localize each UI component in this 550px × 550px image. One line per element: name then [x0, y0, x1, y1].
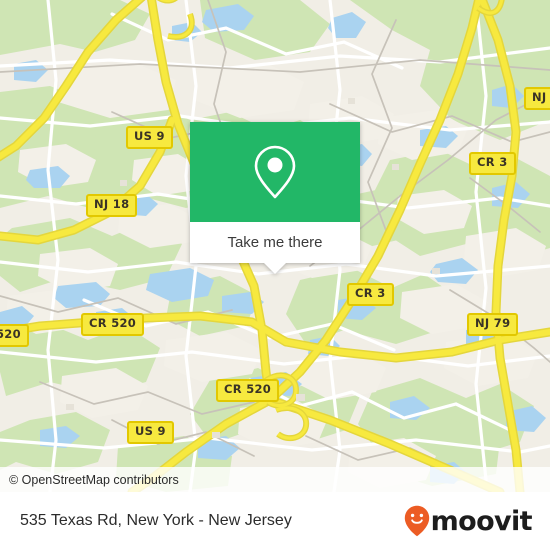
- moovit-smiley-pin-icon: [404, 505, 429, 537]
- popup-action-bar[interactable]: Take me there: [190, 222, 360, 274]
- openstreetmap-attribution[interactable]: © OpenStreetMap contributors: [0, 473, 179, 487]
- popup-marker-panel: [190, 122, 360, 222]
- shield-cr-520-left[interactable]: CR 520: [81, 313, 145, 336]
- shield-us-9-top[interactable]: US 9: [126, 126, 173, 149]
- footer-bar: 535 Texas Rd, New York - New Jersey moov…: [0, 492, 550, 550]
- shield-cr-520-mid[interactable]: CR 520: [216, 379, 280, 402]
- address-label: 535 Texas Rd, New York - New Jersey: [20, 512, 292, 529]
- shield-cr-3-right[interactable]: CR 3: [469, 152, 516, 175]
- moovit-logo[interactable]: moovit: [404, 505, 550, 537]
- shield-nj-top-right[interactable]: NJ: [524, 87, 550, 110]
- popup-pointer-triangle: [264, 263, 286, 274]
- map-screenshot-page: US 9 NJ 18 CR 3 NJ CR 3 NJ 79 520 CR 520…: [0, 0, 550, 550]
- shield-nj-18[interactable]: NJ 18: [86, 194, 138, 217]
- moovit-wordmark: moovit: [430, 505, 533, 537]
- location-popup[interactable]: Take me there: [190, 122, 360, 274]
- map-pin-icon: [254, 145, 296, 199]
- map-attribution-bar: © OpenStreetMap contributors: [0, 467, 550, 492]
- shield-us-9-bottom[interactable]: US 9: [127, 421, 174, 444]
- take-me-there-label: Take me there: [227, 234, 323, 251]
- map-canvas[interactable]: US 9 NJ 18 CR 3 NJ CR 3 NJ 79 520 CR 520…: [0, 0, 550, 492]
- shield-520-edge[interactable]: 520: [0, 324, 29, 347]
- shield-nj-79[interactable]: NJ 79: [467, 313, 519, 336]
- shield-cr-3-center[interactable]: CR 3: [347, 283, 394, 306]
